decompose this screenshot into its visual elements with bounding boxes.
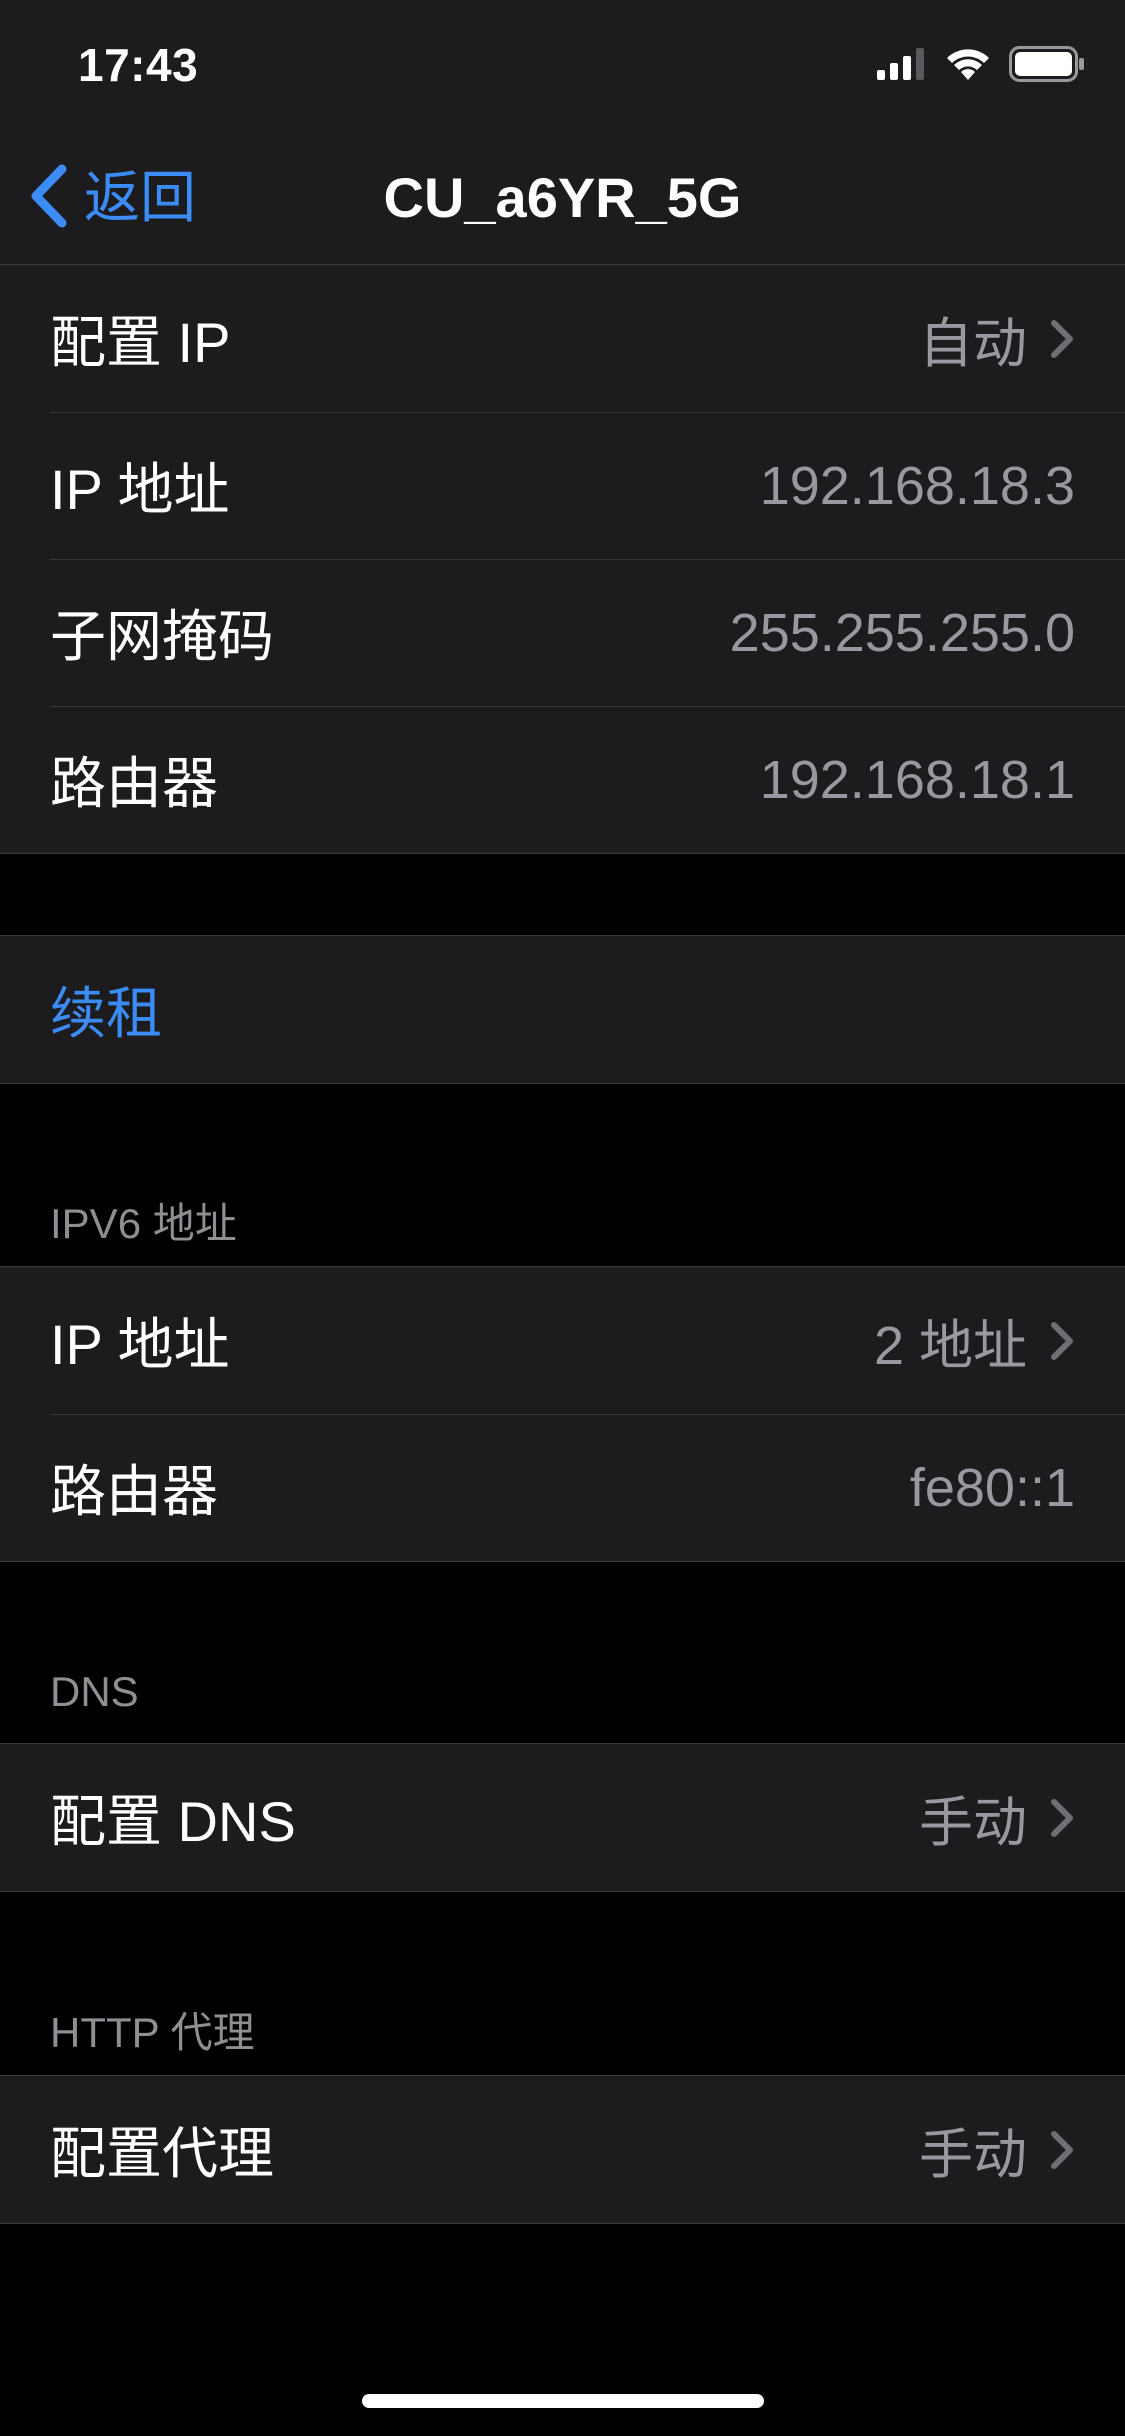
battery-icon	[1009, 46, 1085, 87]
back-button[interactable]: 返回	[26, 160, 196, 236]
ipv4-address-label: IP 地址	[50, 458, 230, 521]
ipv6-address-value: 2 地址	[873, 1316, 1027, 1376]
configure-dns-row[interactable]: 配置 DNS 手动	[0, 1744, 1125, 1891]
ipv4-address-row: IP 地址 192.168.18.3	[0, 412, 1125, 559]
chevron-right-icon	[1049, 1320, 1075, 1362]
subnet-mask-value: 255.255.255.0	[729, 602, 1075, 663]
chevron-right-icon	[1049, 2129, 1075, 2171]
wifi-icon	[945, 47, 991, 86]
ipv4-settings-group: 配置 IP 自动 IP 地址 192.168.18.3 子网掩码 255.255…	[0, 265, 1125, 854]
ipv6-address-label: IP 地址	[50, 1313, 230, 1376]
ipv6-router-label: 路由器	[50, 1460, 218, 1523]
configure-proxy-value: 手动	[919, 2125, 1027, 2185]
home-indicator[interactable]	[362, 2394, 764, 2408]
chevron-left-icon	[26, 163, 70, 234]
renew-lease-button[interactable]: 续租	[0, 936, 1125, 1083]
dns-section-header: DNS	[50, 1668, 139, 1715]
http-proxy-section-header: HTTP 代理	[50, 2009, 255, 2056]
renew-lease-group: 续租	[0, 935, 1125, 1084]
cellular-signal-icon	[877, 48, 927, 85]
status-icons	[877, 46, 1085, 87]
navigation-bar: CU_a6YR_5G 返回	[0, 132, 1125, 265]
ipv6-router-row: 路由器 fe80::1	[0, 1414, 1125, 1561]
chevron-right-icon	[1049, 1797, 1075, 1839]
router-value: 192.168.18.1	[759, 749, 1075, 810]
chevron-right-icon	[1049, 318, 1075, 360]
configure-ip-row[interactable]: 配置 IP 自动	[0, 265, 1125, 412]
ipv6-router-value: fe80::1	[909, 1457, 1075, 1518]
configure-ip-value: 自动	[919, 314, 1027, 374]
ipv4-address-value: 192.168.18.3	[759, 455, 1075, 516]
dns-settings-group: 配置 DNS 手动	[0, 1743, 1125, 1892]
back-button-label: 返回	[84, 166, 196, 229]
status-bar: 17:43	[0, 0, 1125, 132]
ipv6-address-row[interactable]: IP 地址 2 地址	[0, 1267, 1125, 1414]
router-label: 路由器	[50, 752, 218, 815]
configure-proxy-label: 配置代理	[50, 2122, 274, 2185]
status-time: 17:43	[78, 39, 199, 91]
http-proxy-settings-group: 配置代理 手动	[0, 2075, 1125, 2224]
subnet-mask-row: 子网掩码 255.255.255.0	[0, 559, 1125, 706]
configure-dns-label: 配置 DNS	[50, 1790, 296, 1853]
subnet-mask-label: 子网掩码	[50, 605, 274, 668]
renew-lease-label: 续租	[50, 982, 162, 1045]
configure-proxy-row[interactable]: 配置代理 手动	[0, 2076, 1125, 2223]
configure-ip-label: 配置 IP	[50, 311, 231, 374]
router-row: 路由器 192.168.18.1	[0, 706, 1125, 853]
ipv6-section-header: IPV6 地址	[50, 1200, 237, 1247]
configure-dns-value: 手动	[919, 1793, 1027, 1853]
ipv6-settings-group: IP 地址 2 地址 路由器 fe80::1	[0, 1266, 1125, 1562]
